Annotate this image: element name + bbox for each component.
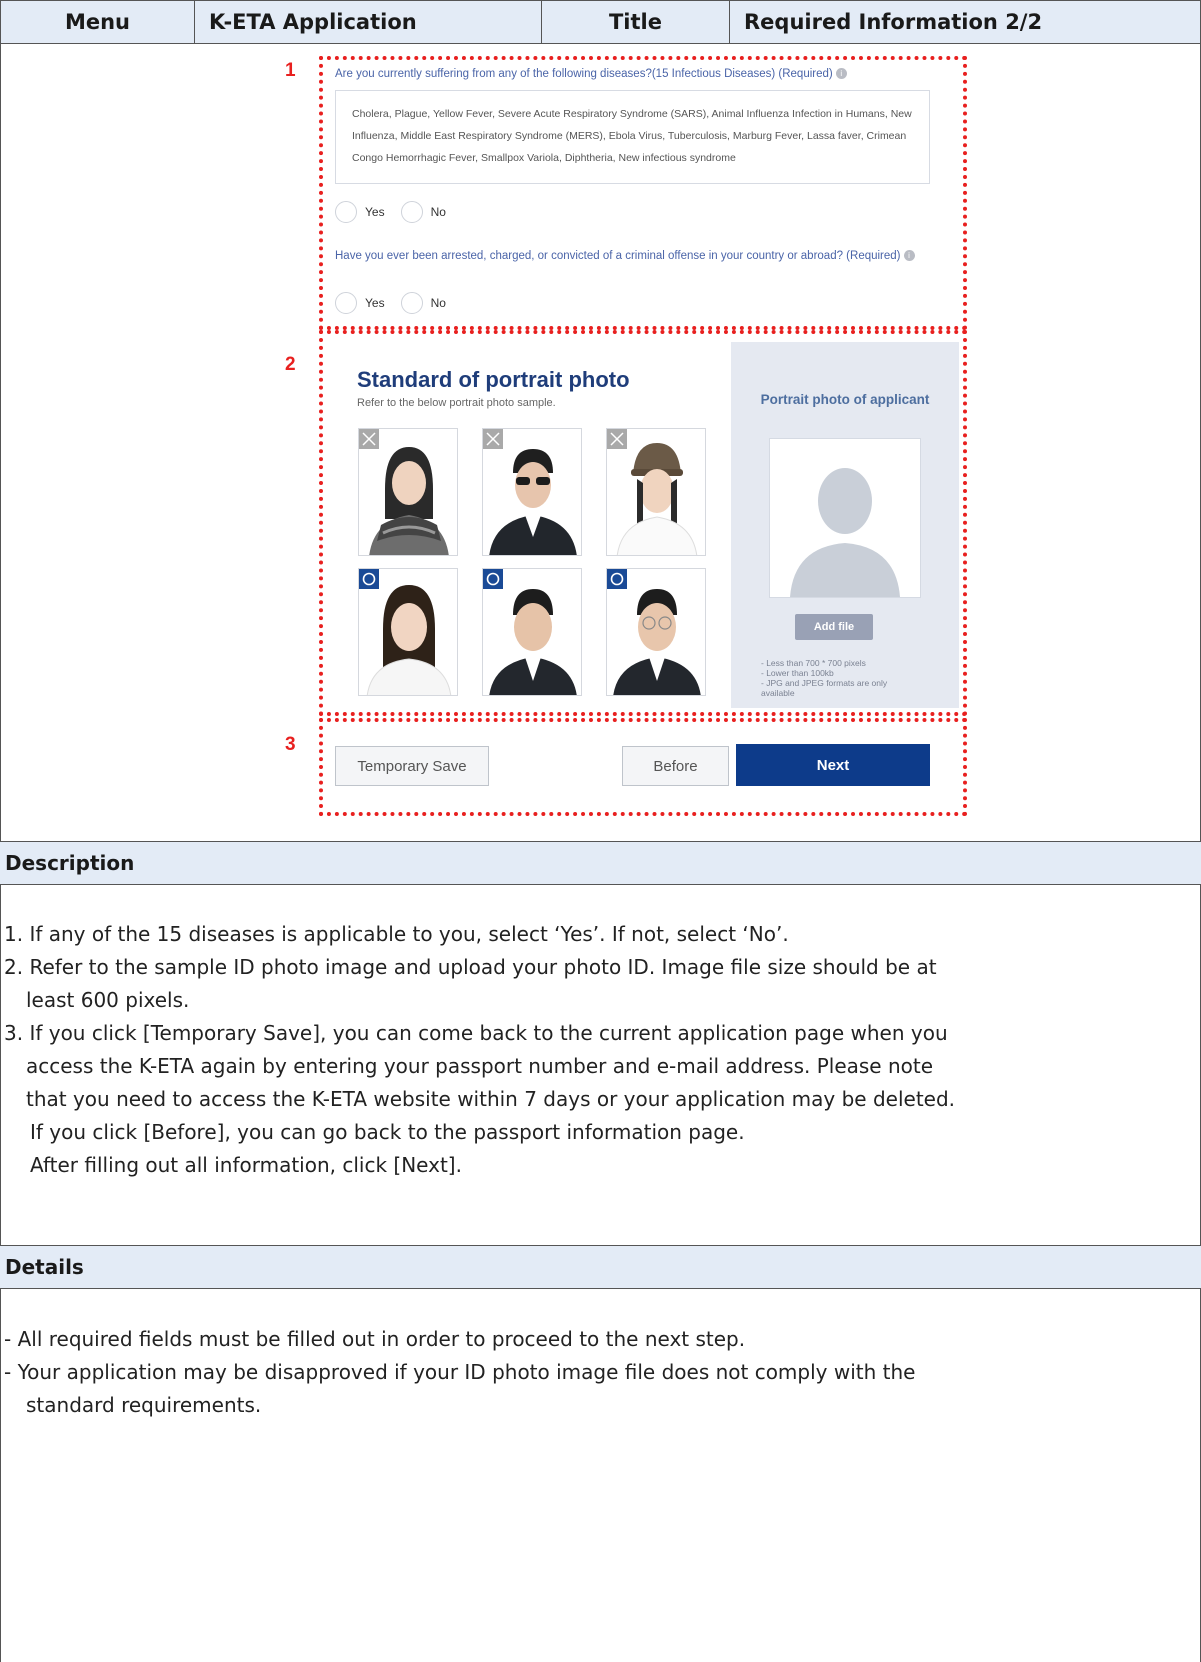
diseases-yes-radio[interactable] [335,201,357,223]
criminal-radio-group: Yes No [335,292,462,314]
diseases-no-radio[interactable] [400,201,423,223]
marker-1: 1 [285,60,296,81]
correct-mark-icon [359,569,379,589]
requirement-filesize: - Lower than 100kb [761,668,834,678]
details-item-1: - All required fields must be filled out… [4,1327,746,1351]
person-silhouette-icon [790,468,900,597]
sample-photo-correct-glasses [606,568,706,696]
temporary-save-button[interactable]: Temporary Save [335,746,489,786]
title-label: Title [542,1,730,43]
description-item-3-cont-2: that you need to access the K-ETA websit… [26,1087,956,1111]
sample-photo-sunglasses [482,428,582,556]
criminal-no-label: No [430,296,446,310]
requirement-size: - Less than 700 * 700 pixels [761,658,866,668]
details-item-2-cont: standard requirements. [26,1393,262,1417]
header-row: Menu K-ETA Application Title Required In… [0,0,1201,44]
question-criminal-text: Have you ever been arrested, charged, or… [335,250,901,262]
description-item-3: 3. If you click [Temporary Save], you ca… [4,1021,948,1045]
incorrect-mark-icon [607,429,627,449]
incorrect-mark-icon [359,429,379,449]
criminal-yes-radio[interactable] [335,292,357,314]
incorrect-mark-icon [483,429,503,449]
criminal-no-radio[interactable] [400,292,423,314]
sample-photo-correct-man [482,568,582,696]
add-file-button[interactable]: Add file [795,614,873,640]
photo-requirements: - Less than 700 * 700 pixels - Lower tha… [761,658,901,698]
title-value: Required Information 2/2 [744,10,1043,34]
photo-placeholder [769,438,921,598]
description-item-1: 1. If any of the 15 diseases is applicab… [4,922,789,946]
applicant-photo-title: Portrait photo of applicant [760,392,930,407]
info-icon: i [835,68,847,80]
sample-photo-correct-woman [358,568,458,696]
photo-standard-subtitle: Refer to the below portrait photo sample… [357,397,556,409]
correct-mark-icon [607,569,627,589]
details-heading: Details [0,1245,1201,1289]
diseases-yes-label: Yes [365,205,385,219]
question-diseases-text: Are you currently suffering from any of … [335,68,833,80]
before-button[interactable]: Before [622,746,729,786]
description-heading: Description [0,841,1201,885]
requirement-format: - JPG and JPEG formats are only availabl… [761,678,888,698]
correct-mark-icon [483,569,503,589]
menu-label: Menu [1,1,195,43]
info-icon: i [903,250,915,262]
description-body: 1. If any of the 15 diseases is applicab… [4,918,1194,1182]
sample-photo-cap [606,428,706,556]
menu-value: K-ETA Application [195,1,542,43]
description-item-2-cont: least 600 pixels. [26,988,190,1012]
description-item-3-cont-1: access the K-ETA again by entering your … [26,1054,934,1078]
description-item-2: 2. Refer to the sample ID photo image an… [4,955,937,979]
applicant-photo-panel: Portrait photo of applicant Add file - L… [731,342,959,708]
disease-list: Cholera, Plague, Yellow Fever, Severe Ac… [335,90,930,184]
details-body: - All required fields must be filled out… [4,1323,1194,1422]
next-button[interactable]: Next [736,744,930,786]
details-item-2: - Your application may be disapproved if… [4,1360,916,1384]
question-diseases: Are you currently suffering from any of … [335,66,935,82]
marker-3: 3 [285,734,296,755]
sample-photo-scarf [358,428,458,556]
diseases-no-label: No [430,205,446,219]
question-criminal: Have you ever been arrested, charged, or… [335,248,925,264]
application-screenshot: 1 2 3 Are you currently suffering from a… [285,44,1025,856]
criminal-yes-label: Yes [365,296,385,310]
description-item-3-cont-3: If you click [Before], you can go back t… [30,1120,745,1144]
photo-standard-title: Standard of portrait photo [357,367,630,392]
diseases-radio-group: Yes No [335,201,462,223]
description-item-3-cont-4: After filling out all information, click… [30,1153,462,1177]
marker-2: 2 [285,354,296,375]
